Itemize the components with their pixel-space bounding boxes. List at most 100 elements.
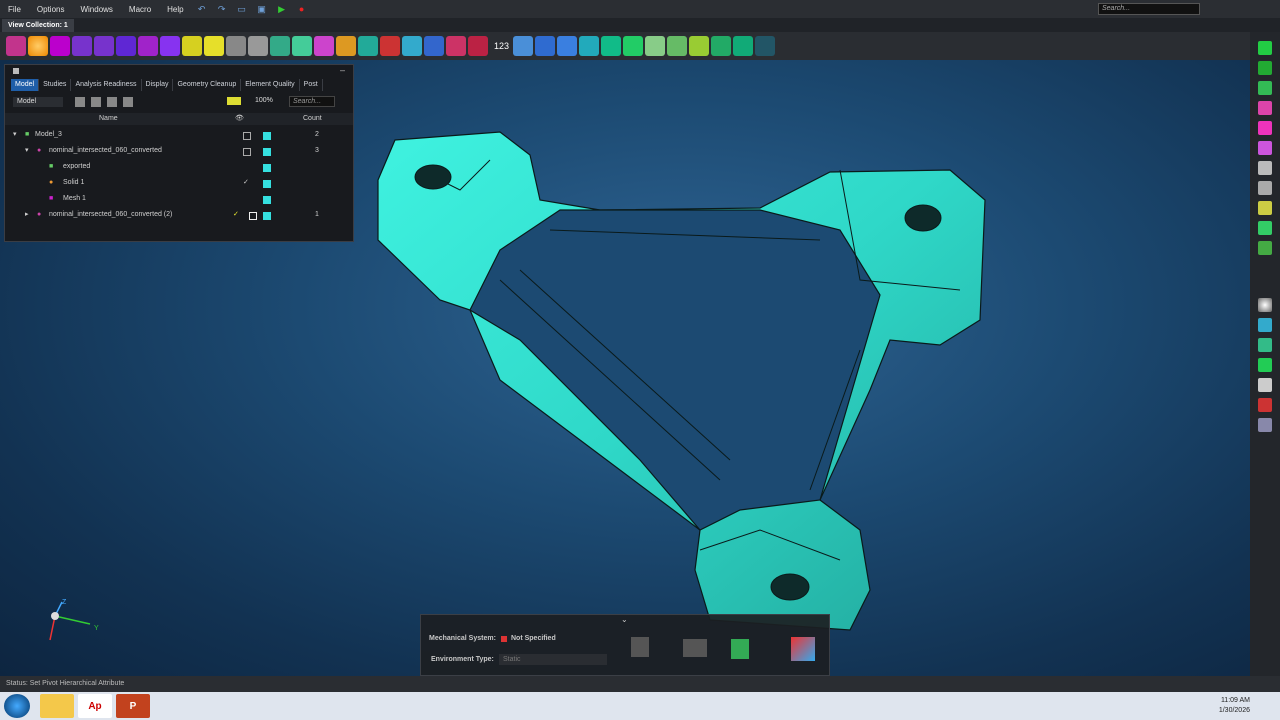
solid-icon[interactable] (94, 36, 114, 56)
tab-model[interactable]: Model (11, 79, 40, 91)
text-cursor-icon[interactable] (535, 36, 556, 56)
checkmark-icon[interactable]: ✓ (233, 207, 239, 223)
expand-arrow-icon[interactable]: ▾ (25, 143, 29, 159)
tree-icon[interactable] (579, 36, 600, 56)
file-explorer-icon[interactable] (40, 694, 74, 718)
sphere-icon[interactable] (28, 36, 48, 56)
visibility-checkbox[interactable] (249, 211, 257, 227)
color-swatch[interactable] (263, 211, 271, 227)
zoom-level[interactable]: 100% (255, 97, 273, 104)
eye-icon[interactable]: 👁 (235, 113, 244, 125)
altair-app-icon[interactable]: Ap (78, 694, 112, 718)
tree-row[interactable]: ■ exported (5, 159, 353, 175)
surface-icon[interactable] (204, 36, 224, 56)
checkmark-icon[interactable]: ✓ (243, 175, 249, 191)
tree-row[interactable]: ● Solid 1 ✓ (5, 175, 353, 191)
mode-select[interactable]: Model (13, 97, 63, 107)
line-icon[interactable] (292, 36, 312, 56)
view-collection-tab[interactable]: View Collection: 1 (2, 19, 74, 32)
env-type-select[interactable]: Static (499, 654, 607, 665)
axis-icon[interactable] (1258, 241, 1272, 255)
numbering-counter[interactable]: 123 (494, 41, 509, 51)
run-icon[interactable]: ▶ (275, 3, 289, 15)
node-icon[interactable] (1258, 61, 1272, 75)
tab-element-quality[interactable]: Element Quality (241, 79, 300, 91)
book-icon[interactable] (683, 639, 707, 657)
mech-system-value[interactable]: Not Specified (511, 635, 556, 642)
pen-icon[interactable] (689, 36, 710, 56)
expand-icon[interactable] (91, 97, 101, 107)
menu-file[interactable]: File (0, 5, 29, 14)
stack-icon[interactable] (1258, 338, 1272, 352)
redo-icon[interactable]: ↷ (215, 3, 229, 15)
powerpoint-icon[interactable]: P (116, 694, 150, 718)
panel-grip-icon[interactable] (13, 68, 19, 74)
tab-analysis-readiness[interactable]: Analysis Readiness (71, 79, 142, 91)
result-contour-icon[interactable] (791, 637, 815, 661)
cross-icon[interactable] (468, 36, 488, 56)
sort-icon[interactable] (123, 97, 133, 107)
column-count[interactable]: Count (303, 113, 322, 125)
refine-icon[interactable] (358, 36, 378, 56)
part-icon[interactable] (72, 36, 92, 56)
translate-icon[interactable] (424, 36, 444, 56)
run-figure-icon[interactable] (731, 639, 749, 659)
list-icon[interactable] (1258, 161, 1272, 175)
tree-row[interactable]: ■ Mesh 1 (5, 191, 353, 207)
wave-icon[interactable] (1258, 221, 1272, 235)
measure-icon[interactable] (667, 36, 688, 56)
face-icon[interactable] (1258, 141, 1272, 155)
filter-icon[interactable] (75, 97, 85, 107)
table-icon[interactable] (1258, 181, 1272, 195)
scale-icon[interactable] (446, 36, 466, 56)
undo-icon[interactable]: ↶ (195, 3, 209, 15)
refresh-icon[interactable] (711, 36, 732, 56)
collapse-icon[interactable] (107, 97, 117, 107)
record-icon[interactable]: ● (295, 3, 309, 15)
tree-row[interactable]: ▸ ● nominal_intersected_060_converted (2… (5, 207, 353, 223)
split-icon[interactable] (380, 36, 400, 56)
fit-view-icon[interactable] (755, 36, 776, 56)
tab-display[interactable]: Display (142, 79, 174, 91)
menu-macro[interactable]: Macro (121, 5, 159, 14)
start-button-icon[interactable] (4, 694, 30, 718)
menu-options[interactable]: Options (29, 5, 73, 14)
md-icon[interactable] (1258, 398, 1272, 412)
hex-icon[interactable] (1258, 81, 1272, 95)
tab-studies[interactable]: Studies (39, 79, 72, 91)
settings-icon[interactable] (1258, 418, 1272, 432)
sphere-shade-icon[interactable] (1258, 298, 1272, 312)
select-icon[interactable] (513, 36, 534, 56)
component-icon[interactable] (50, 36, 70, 56)
element-type-icon[interactable] (1258, 121, 1272, 135)
probe-icon[interactable] (1258, 201, 1272, 215)
light-icon[interactable] (1258, 378, 1272, 392)
save-icon[interactable]: ▣ (255, 3, 269, 15)
global-search-input[interactable]: Search... (1098, 3, 1200, 15)
checklist-icon[interactable] (631, 637, 649, 657)
green-stack-icon[interactable] (1258, 358, 1272, 372)
tab-post[interactable]: Post (300, 79, 323, 91)
edge-icon[interactable] (270, 36, 290, 56)
expand-arrow-icon[interactable]: ▸ (25, 207, 29, 223)
layers-icon[interactable] (1258, 318, 1272, 332)
warning-icon[interactable] (645, 36, 666, 56)
geometry-icon[interactable] (6, 36, 26, 56)
browser-search-input[interactable]: Search... (289, 96, 335, 107)
column-name[interactable]: Name (99, 113, 118, 125)
system-clock[interactable]: 11:09 AM 1/30/2026 (1219, 696, 1250, 716)
element-icon[interactable] (336, 36, 356, 56)
menu-windows[interactable]: Windows (72, 5, 120, 14)
move-icon[interactable] (402, 36, 422, 56)
layer-icon[interactable] (557, 36, 578, 56)
tree-row[interactable]: ▾ ● nominal_intersected_060_converted 3 (5, 143, 353, 159)
shape-icon[interactable] (138, 36, 158, 56)
panel-close-icon[interactable]: – (340, 65, 345, 75)
graph-icon[interactable] (182, 36, 202, 56)
panel-collapse-icon[interactable]: ⌄ (621, 615, 628, 624)
gear-alt-icon[interactable] (248, 36, 268, 56)
tag-icon[interactable] (227, 97, 241, 105)
expand-arrow-icon[interactable]: ▾ (13, 127, 17, 143)
grid-icon[interactable] (623, 36, 644, 56)
menu-help[interactable]: Help (159, 5, 191, 14)
